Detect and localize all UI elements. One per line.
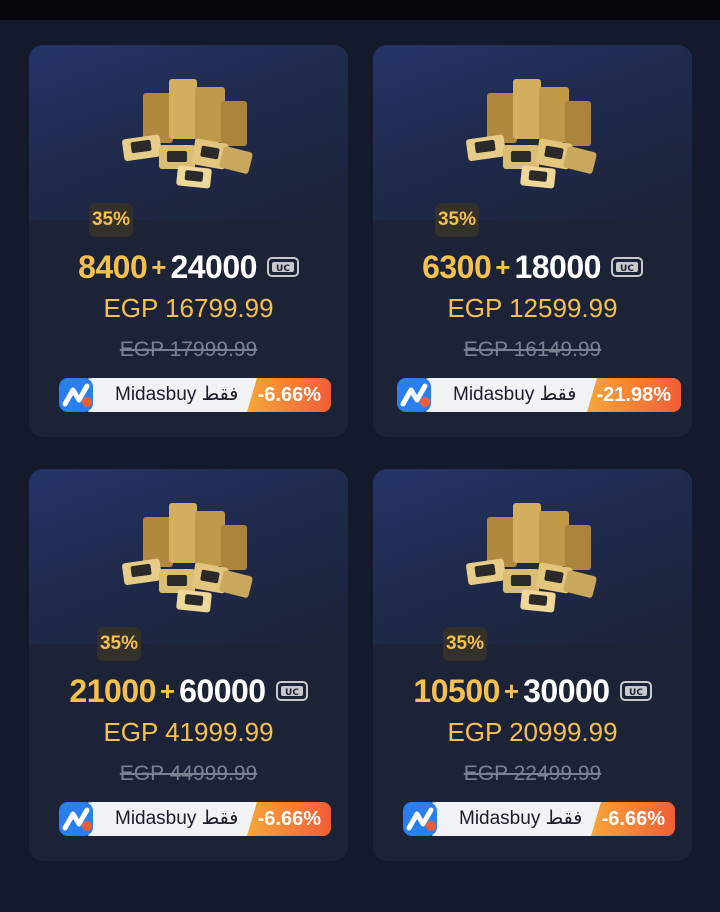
original-price: EGP 17999.99: [119, 338, 258, 361]
svg-text:UC: UC: [629, 688, 643, 698]
promo-label: Midasbuy فقط: [115, 384, 239, 405]
bonus-uc-amount: 18000: [514, 248, 601, 285]
price: EGP 41999.99: [103, 717, 274, 747]
base-uc-amount: 21000: [69, 672, 156, 709]
uc-package-card-1[interactable]: 35% 8400 + 24000 UC EGP 16799.99 EGP 179…: [29, 45, 348, 437]
discount-badge: -6.66%: [247, 378, 331, 412]
plus-sign: +: [495, 251, 511, 282]
original-price: EGP 44999.99: [119, 762, 258, 785]
midasbuy-promo-badge: Midasbuy فقط -6.66%: [401, 802, 675, 836]
uc-amount: 21000 + 60000 UC: [29, 669, 348, 713]
bonus-percent-badge: 35%: [89, 203, 133, 237]
bonus-uc-amount: 24000: [170, 248, 257, 285]
price: EGP 16799.99: [103, 293, 274, 323]
bonus-percent-badge: 35%: [97, 627, 141, 661]
plus-sign: +: [159, 675, 176, 706]
svg-text:UC: UC: [620, 264, 634, 274]
uc-icon: UC: [610, 257, 643, 277]
bonus-uc-amount: 60000: [179, 672, 266, 709]
promo-label: Midasbuy فقط: [459, 808, 583, 829]
uc-package-card-2[interactable]: 35% 6300 + 18000 UC EGP 12599.99 EGP 161…: [373, 45, 692, 437]
uc-coin-stack-icon: [466, 79, 597, 189]
svg-text:UC: UC: [285, 688, 299, 698]
uc-amount: 6300 + 18000 UC: [373, 245, 692, 289]
price: EGP 20999.99: [447, 717, 618, 747]
discount-badge: -21.98%: [587, 378, 681, 412]
midasbuy-promo-badge: Midasbuy فقط -21.98%: [395, 378, 681, 412]
uc-coin-stack-icon: [466, 503, 597, 613]
uc-icon: UC: [619, 681, 652, 701]
bonus-percent-badge: 35%: [443, 627, 487, 661]
svg-text:UC: UC: [276, 264, 290, 274]
uc-package-card-4[interactable]: 35% 10500 + 30000 UC EGP 20999.99 EGP 22…: [373, 469, 692, 861]
midasbuy-logo: [397, 378, 431, 412]
promo-label: Midasbuy فقط: [115, 808, 239, 829]
midasbuy-logo: [59, 802, 93, 836]
price: EGP 12599.99: [447, 293, 618, 323]
uc-amount: 10500 + 30000 UC: [373, 669, 692, 713]
midasbuy-logo: [403, 802, 437, 836]
bonus-percent-badge: 35%: [435, 203, 479, 237]
bonus-uc-amount: 30000: [523, 672, 610, 709]
uc-package-card-3[interactable]: 35% 21000 + 60000 UC EGP 41999.99 EGP 44…: [29, 469, 348, 861]
top-bar: [0, 0, 720, 20]
plus-sign: +: [151, 251, 167, 282]
uc-coin-stack-icon: [122, 503, 253, 613]
promo-label: Midasbuy فقط: [453, 384, 577, 405]
midasbuy-logo: [59, 378, 93, 412]
uc-coin-stack-icon: [122, 79, 253, 189]
original-price: EGP 22499.99: [463, 762, 602, 785]
plus-sign: +: [503, 675, 520, 706]
uc-amount: 8400 + 24000 UC: [29, 245, 348, 289]
midasbuy-promo-badge: Midasbuy فقط -6.66%: [57, 378, 331, 412]
midasbuy-promo-badge: Midasbuy فقط -6.66%: [57, 802, 331, 836]
uc-icon: UC: [266, 257, 299, 277]
discount-badge: -6.66%: [247, 802, 331, 836]
uc-icon: UC: [275, 681, 308, 701]
original-price: EGP 16149.99: [463, 338, 602, 361]
base-uc-amount: 8400: [78, 248, 148, 285]
base-uc-amount: 10500: [413, 672, 500, 709]
base-uc-amount: 6300: [422, 248, 492, 285]
discount-badge: -6.66%: [591, 802, 675, 836]
